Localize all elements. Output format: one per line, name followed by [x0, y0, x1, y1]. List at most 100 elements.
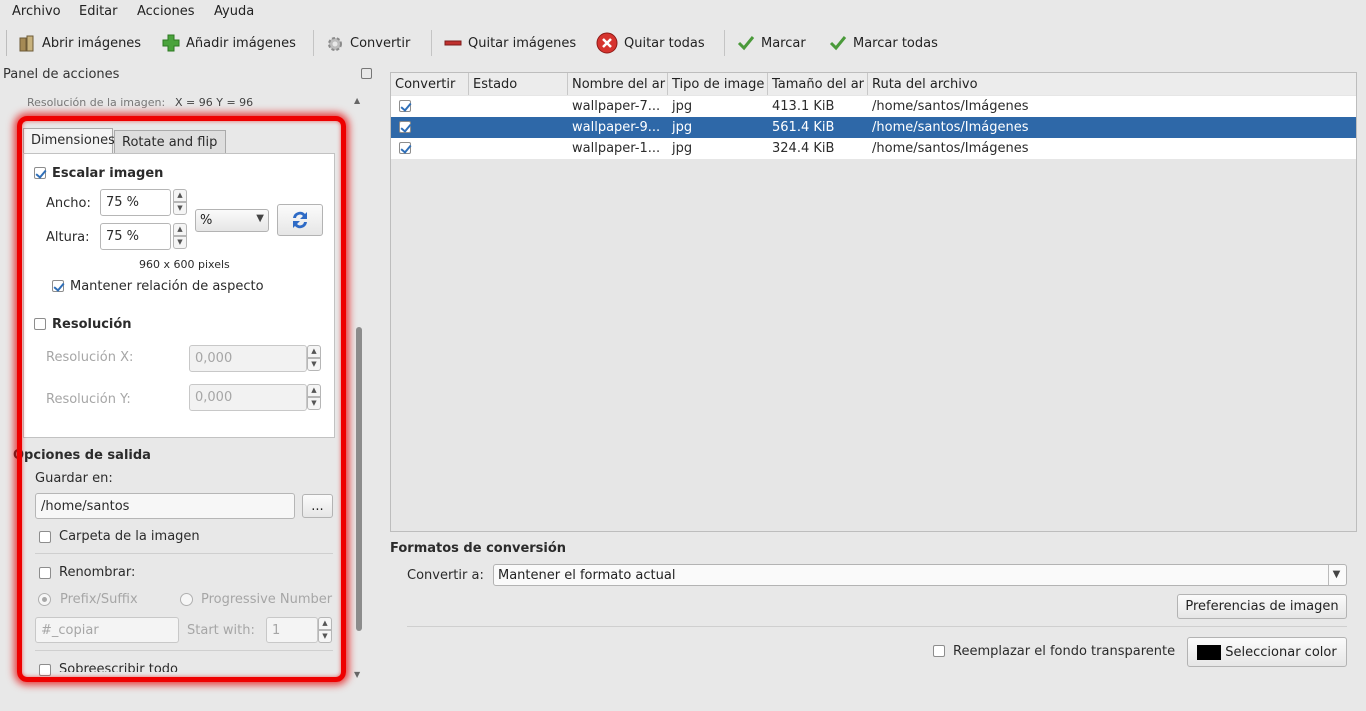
convert-to-select[interactable]: Mantener el formato actual ▼: [493, 564, 1347, 586]
column-header-size[interactable]: Tamaño del ar: [768, 73, 868, 95]
table-row[interactable]: wallpaper-9... jpg 561.4 KiB /home/santo…: [391, 117, 1356, 138]
overwrite-checkbox[interactable]: [39, 664, 51, 676]
scrollbar-thumb[interactable]: [356, 327, 362, 631]
scale-image-checkbox[interactable]: [34, 167, 46, 179]
remove-images-button[interactable]: Quitar imágenes: [444, 30, 576, 56]
column-header-path[interactable]: Ruta del archivo: [868, 73, 1356, 95]
mark-all-button[interactable]: Marcar todas: [829, 30, 938, 56]
tab-rotate-flip[interactable]: Rotate and flip: [114, 130, 226, 154]
row-name: wallpaper-1...: [572, 141, 661, 156]
tab-dimensiones[interactable]: Dimensiones: [23, 128, 115, 154]
width-label: Ancho:: [46, 196, 91, 211]
mark-button[interactable]: Marcar: [737, 30, 806, 56]
row-checkbox[interactable]: [399, 142, 411, 154]
start-up-icon[interactable]: ▲: [318, 617, 332, 630]
checkmark-icon: [829, 34, 847, 52]
checkmark-icon: [737, 34, 755, 52]
convert-button[interactable]: Convertir: [326, 30, 410, 56]
open-images-icon: [18, 34, 36, 52]
row-size: 324.4 KiB: [772, 141, 835, 156]
res-y-down-icon[interactable]: ▼: [307, 397, 321, 410]
menu-editar[interactable]: Editar: [79, 4, 118, 19]
res-x-label: Resolución X:: [46, 350, 134, 365]
add-images-label: Añadir imágenes: [186, 35, 296, 51]
rename-pattern-input[interactable]: #_copiar: [35, 617, 179, 643]
scroll-up-icon[interactable]: ▲: [354, 96, 360, 105]
start-down-icon[interactable]: ▼: [318, 630, 332, 643]
browse-button[interactable]: ...: [302, 494, 333, 518]
chevron-down-icon: ▼: [256, 213, 264, 224]
row-size: 413.1 KiB: [772, 99, 835, 114]
remove-all-button[interactable]: Quitar todas: [596, 30, 705, 56]
column-header-name[interactable]: Nombre del ar: [568, 73, 668, 95]
open-images-button[interactable]: Abrir imágenes: [18, 30, 141, 56]
save-in-input[interactable]: /home/santos: [35, 493, 295, 519]
divider: [35, 553, 333, 554]
height-spinbox[interactable]: 75 % ▲ ▼: [100, 223, 187, 250]
height-down-icon[interactable]: ▼: [173, 236, 187, 249]
width-spinbox[interactable]: 75 % ▲ ▼: [100, 189, 187, 216]
row-path: /home/santos/Imágenes: [872, 141, 1029, 156]
row-type: jpg: [672, 141, 693, 156]
start-with-label: Start with:: [187, 623, 255, 638]
keep-aspect-label: Mantener relación de aspecto: [70, 279, 264, 294]
toolbar-grip: [6, 30, 7, 56]
width-down-icon[interactable]: ▼: [173, 202, 187, 215]
keep-aspect-checkbox[interactable]: [52, 280, 64, 292]
rename-label: Renombrar:: [59, 565, 136, 580]
gear-icon: [326, 34, 344, 52]
unit-select[interactable]: % ▼: [195, 209, 269, 232]
start-with-value: 1: [272, 623, 281, 638]
row-type: jpg: [672, 120, 693, 135]
res-y-up-icon[interactable]: ▲: [307, 384, 321, 397]
resolution-checkbox[interactable]: [34, 318, 46, 330]
column-header-convert[interactable]: Convertir: [391, 73, 469, 95]
minus-icon: [444, 34, 462, 52]
menu-acciones[interactable]: Acciones: [137, 4, 195, 19]
row-checkbox[interactable]: [399, 100, 411, 112]
res-y-label: Resolución Y:: [46, 392, 131, 407]
menu-archivo[interactable]: Archivo: [12, 4, 61, 19]
table-row[interactable]: wallpaper-1... jpg 324.4 KiB /home/santo…: [391, 138, 1356, 159]
progressive-number-radio[interactable]: [180, 593, 193, 606]
res-x-up-icon[interactable]: ▲: [307, 345, 321, 358]
image-folder-checkbox[interactable]: [39, 531, 51, 543]
table-row[interactable]: wallpaper-7... jpg 413.1 KiB /home/santo…: [391, 96, 1356, 117]
prefix-suffix-label: Prefix/Suffix: [60, 592, 138, 607]
resolution-info-label: Resolución de la imagen:: [27, 96, 166, 109]
toolbar-separator: [313, 30, 314, 56]
res-x-spinbox[interactable]: 0,000 ▲ ▼: [189, 345, 321, 372]
recalculate-button[interactable]: [277, 204, 323, 236]
open-images-label: Abrir imágenes: [42, 35, 142, 51]
height-up-icon[interactable]: ▲: [173, 223, 187, 236]
chevron-down-icon: ▼: [1328, 565, 1344, 585]
scroll-down-icon[interactable]: ▼: [354, 670, 360, 679]
progressive-number-label: Progressive Number: [201, 592, 333, 607]
detach-panel-icon[interactable]: [361, 68, 372, 79]
image-preferences-button[interactable]: Preferencias de imagen: [1177, 594, 1347, 619]
mark-label: Marcar: [761, 35, 806, 51]
menu-ayuda[interactable]: Ayuda: [214, 4, 254, 19]
res-x-down-icon[interactable]: ▼: [307, 358, 321, 371]
column-header-type[interactable]: Tipo de image: [668, 73, 768, 95]
resolution-label: Resolución: [52, 317, 132, 332]
remove-all-label: Quitar todas: [624, 35, 705, 51]
replace-background-label: Reemplazar el fondo transparente: [953, 644, 1176, 659]
select-color-button[interactable]: Seleccionar color: [1187, 637, 1347, 667]
row-name: wallpaper-9...: [572, 120, 661, 135]
width-up-icon[interactable]: ▲: [173, 189, 187, 202]
res-y-spinbox[interactable]: 0,000 ▲ ▼: [189, 384, 321, 411]
column-header-status[interactable]: Estado: [469, 73, 568, 95]
file-table: Convertir Estado Nombre del ar Tipo de i…: [390, 72, 1357, 532]
row-checkbox[interactable]: [399, 121, 411, 133]
add-images-button[interactable]: Añadir imágenes: [162, 30, 296, 56]
height-label: Altura:: [46, 230, 90, 245]
color-swatch: [1197, 644, 1222, 660]
rename-checkbox[interactable]: [39, 567, 51, 579]
divider: [35, 650, 333, 651]
mark-all-label: Marcar todas: [853, 35, 938, 51]
start-with-spinbox[interactable]: 1 ▲ ▼: [266, 617, 332, 643]
replace-background-checkbox[interactable]: [933, 645, 945, 657]
toolbar-separator: [431, 30, 432, 56]
prefix-suffix-radio[interactable]: [38, 593, 51, 606]
